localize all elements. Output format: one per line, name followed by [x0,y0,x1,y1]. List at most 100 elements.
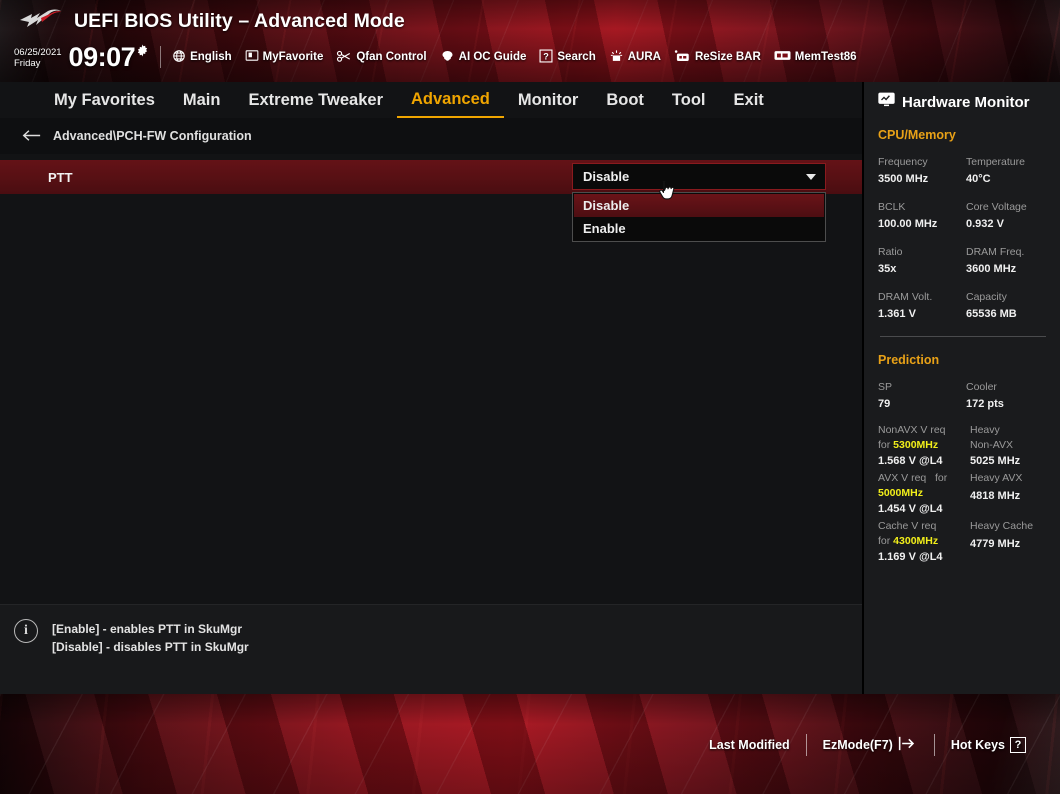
monitor-icon [878,92,895,112]
header-title-row: UEFI BIOS Utility – Advanced Mode [18,8,405,34]
tool-label: English [190,51,232,63]
pred-label: Cache V req [878,520,937,532]
metric-value: 1.361 V [878,308,916,320]
hm-row-dram: DRAM Volt. 1.361 V Capacity 65536 MB [878,290,1060,322]
clock-display: 09:07 [68,42,136,72]
help-text: [Enable] - enables PTT in SkuMgr [Disabl… [52,619,249,656]
dropdown-option-disable[interactable]: Disable [574,194,824,217]
breadcrumb-path: Advanced\PCH-FW Configuration [53,129,252,143]
pred-value: 1.454 V @L4 [878,503,943,515]
ezmode-button[interactable]: EzMode(F7) [807,736,934,754]
metric-key: DRAM Volt. [878,291,933,303]
app-title: UEFI BIOS Utility – Advanced Mode [74,9,405,32]
tab-my-favorites[interactable]: My Favorites [40,83,169,117]
section-divider [880,336,1046,337]
hm-row-bclk: BCLK 100.00 MHz Core Voltage 0.932 V [878,200,1060,232]
hm-row-nonavx: NonAVX V req for 5300MHz 1.568 V @L4 Hea… [878,423,1060,469]
tool-resize-bar[interactable]: ReSize BAR [674,49,761,66]
ptt-dropdown-list: Disable Enable [572,192,826,242]
tab-tool[interactable]: Tool [658,83,720,117]
tab-boot[interactable]: Boot [592,83,658,117]
tool-label: AURA [627,51,661,63]
hotkeys-button[interactable]: Hot Keys ? [935,737,1042,753]
footer-bar: Last Modified EzMode(F7) Hot Keys ? Vers… [0,694,1060,794]
metric-value: 35x [878,263,897,275]
help-panel: i [Enable] - enables PTT in SkuMgr [Disa… [0,604,862,694]
tool-english[interactable]: English [172,49,232,66]
pred-freq-highlight: 5300MHz [893,439,939,451]
brain-icon [440,49,455,66]
dropdown-option-enable[interactable]: Enable [574,217,824,240]
weekday-value: Friday [14,58,41,69]
pred-right-label-2: Non-AVX [970,439,1013,451]
date-value: 06/25/2021 [14,47,62,58]
tab-advanced[interactable]: Advanced [397,82,504,118]
help-line-enable: [Enable] - enables PTT in SkuMgr [52,622,243,636]
metric-key: Cooler [966,381,997,393]
pred-freq-highlight: 5000MHz [878,487,923,499]
breadcrumb: Advanced\PCH-FW Configuration [0,118,862,154]
hm-row-sp-cooler: SP 79 Cooler 172 pts [878,380,1060,412]
header-divider [160,46,162,68]
metric-key: Ratio [878,246,903,258]
section-prediction: Prediction [878,353,940,367]
pred-freq-line: 5000MHz [878,486,966,501]
help-line-disable: [Disable] - disables PTT in SkuMgr [52,640,249,654]
metric-key: Capacity [966,291,1007,303]
hm-row-frequency: Frequency 3500 MHz Temperature 40°C [878,155,1060,187]
tool-qfan-control[interactable]: Qfan Control [336,49,427,66]
metric-value: 0.932 V [966,218,1004,230]
tool-ai-oc-guide[interactable]: AI OC Guide [440,49,526,66]
pred-right-value: 4779 MHz [970,538,1021,550]
globe-icon [172,49,186,66]
metric-key: BCLK [878,201,906,213]
pred-right-value: 4818 MHz [970,490,1021,502]
rog-logo [18,8,64,34]
tab-exit[interactable]: Exit [720,83,778,117]
pred-freq-highlight: 4300MHz [893,535,939,547]
pred-freq-line: for 5300MHz [878,439,939,451]
metric-value: 100.00 MHz [878,218,938,230]
hm-row-ratio: Ratio 35x DRAM Freq. 3600 MHz [878,245,1060,277]
pred-freq-line: for 4300MHz [878,535,939,547]
hardware-monitor-title: Hardware Monitor [902,93,1030,111]
pred-value: 1.568 V @L4 [878,455,943,467]
date-display: 06/25/2021 Friday [14,45,62,69]
metric-key: Core Voltage [966,201,1027,213]
memtest-icon [774,49,791,65]
tool-label: MemTest86 [794,51,857,63]
metric-key: Frequency [878,156,928,168]
pred-label: AVX V req for [878,472,948,484]
pred-right-label-1: Heavy Cache [970,520,1034,532]
last-modified-button[interactable]: Last Modified [693,738,806,752]
section-cpu-memory: CPU/Memory [878,128,956,142]
ptt-dropdown-button[interactable]: Disable [572,163,826,190]
gear-icon[interactable] [136,44,149,57]
info-icon: i [14,619,38,643]
pred-right-value: 5025 MHz [970,455,1021,467]
back-arrow-icon[interactable] [22,128,41,145]
bios-screen: UEFI BIOS Utility – Advanced Mode 06/25/… [0,0,1060,794]
question-box-icon: ? [1010,737,1026,753]
metric-key: Temperature [966,156,1025,168]
svg-text:?: ? [544,51,550,61]
pred-right-label-1: Heavy AVX [970,472,1023,484]
pred-value: 1.169 V @L4 [878,551,943,563]
tool-myfavorite[interactable]: MyFavorite [245,49,323,65]
tool-search[interactable]: ? Search [539,48,596,66]
tab-extreme-tweaker[interactable]: Extreme Tweaker [234,83,397,117]
tab-main[interactable]: Main [169,83,235,117]
metric-value: 172 pts [966,398,1004,410]
metric-value: 65536 MB [966,308,1017,320]
hotkeys-label: Hot Keys [950,738,1005,752]
pred-right-label-1: Heavy [970,424,1000,436]
metric-key: SP [878,381,893,393]
tool-label: Search [557,51,596,63]
tool-memtest86[interactable]: MemTest86 [774,49,857,65]
tool-aura[interactable]: AURA [609,49,661,66]
tab-monitor[interactable]: Monitor [504,83,592,117]
header-toolbar: 06/25/2021 Friday 09:07 English MyFavori… [14,41,870,73]
hardware-monitor-panel: Hardware Monitor CPU/Memory Frequency 35… [862,82,1060,694]
hm-row-cache: Cache V req for 4300MHz 1.169 V @L4 Heav… [878,519,1060,565]
ptt-dropdown: Disable Disable Enable [572,163,826,242]
